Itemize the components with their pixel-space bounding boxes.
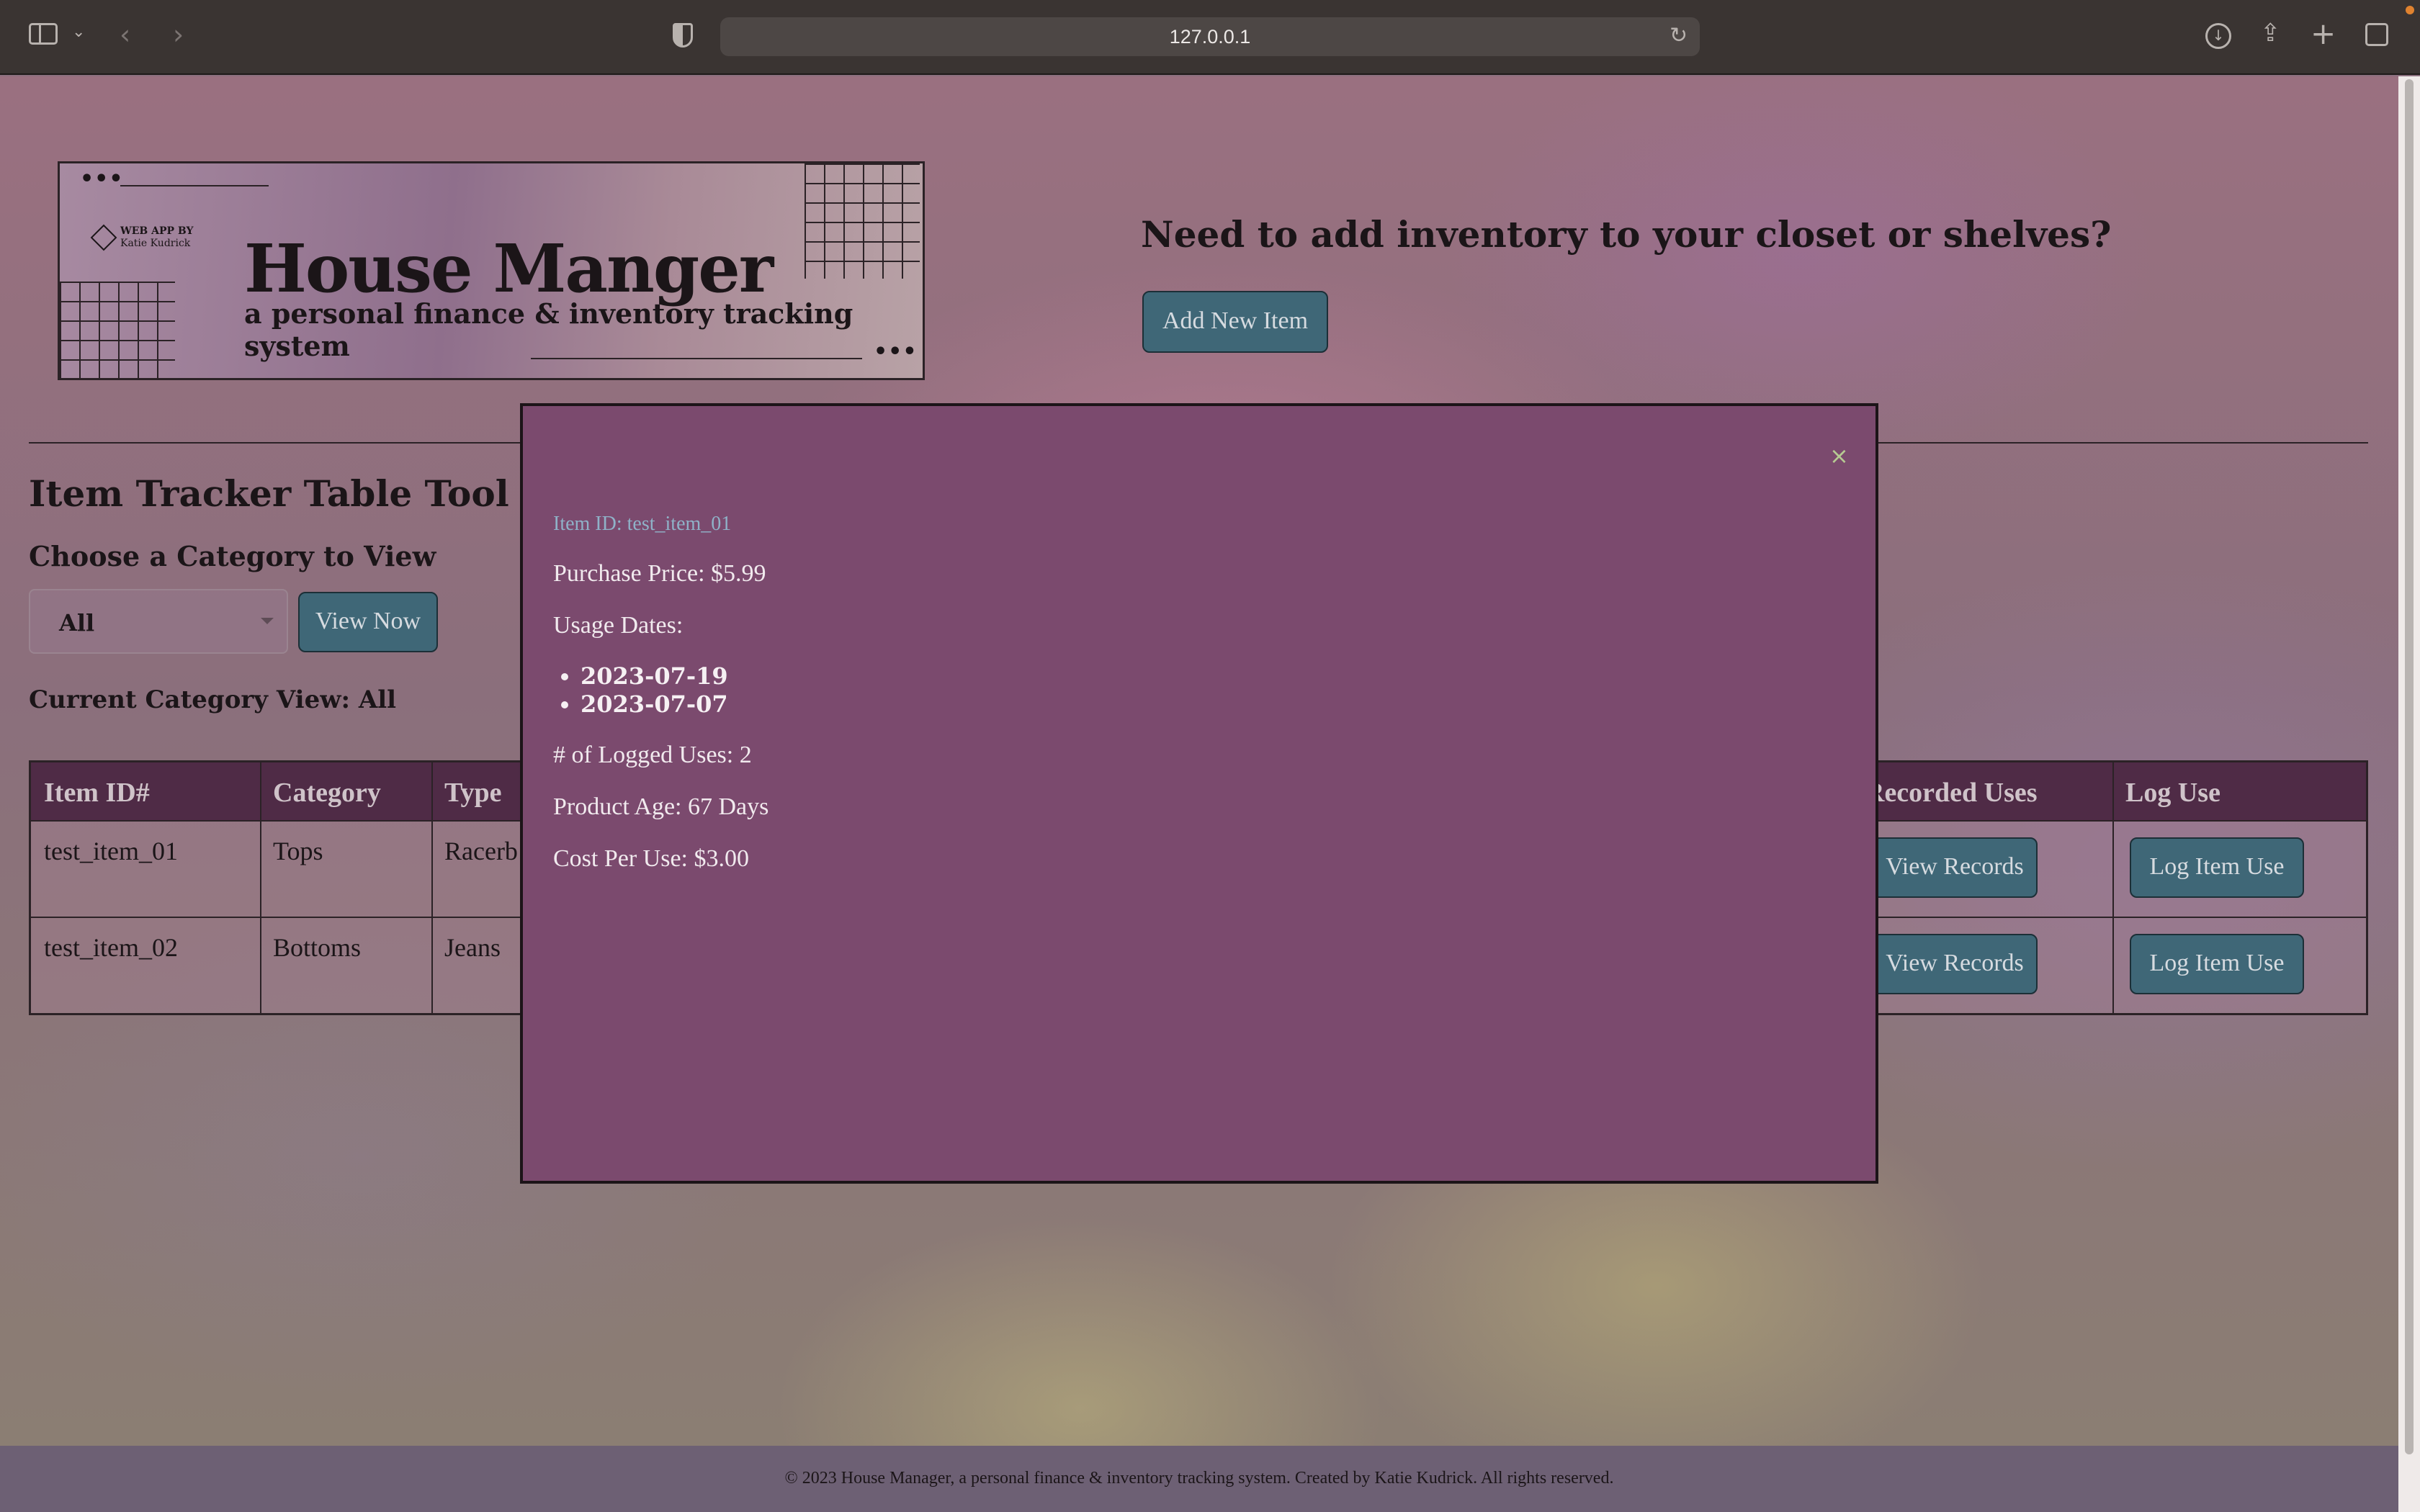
download-icon[interactable]: ↓: [2205, 23, 2231, 49]
back-arrow-icon[interactable]: ‹: [120, 19, 130, 50]
banner-dots-top: •••: [80, 166, 124, 192]
cell-category: Bottoms: [273, 933, 362, 962]
header-log-use: Log Use: [2125, 778, 2220, 808]
banner-title: House Manger: [244, 230, 774, 307]
view-records-button[interactable]: View Records: [1872, 934, 2038, 994]
page-title: Item Tracker Table Tool: [29, 472, 509, 515]
add-new-item-label: Add New Item: [1162, 307, 1309, 334]
cost-per-use: Cost Per Use: $3.00: [553, 845, 749, 872]
credit-line-2: Katie Kudrick: [120, 238, 191, 249]
cell-type: Jeans: [444, 933, 501, 962]
view-records-button[interactable]: View Records: [1872, 837, 2038, 898]
banner-grid-top-right: [805, 163, 920, 279]
cell-category: Tops: [273, 837, 323, 865]
usage-dates-list: 2023-07-19 2023-07-07: [553, 662, 728, 719]
add-new-item-button[interactable]: Add New Item: [1142, 291, 1328, 353]
footer-copyright: © 2023 House Manager, a personal finance…: [784, 1469, 1614, 1488]
view-now-label: View Now: [315, 608, 421, 634]
view-records-label: View Records: [1886, 950, 2024, 976]
header-category: Category: [273, 778, 381, 808]
modal-item-id: Item ID: test_item_01: [553, 513, 732, 535]
column-divider: [2112, 762, 2114, 1013]
log-item-use-button[interactable]: Log Item Use: [2130, 934, 2304, 994]
usage-date-item: 2023-07-07: [581, 690, 728, 719]
dropdown-caret-icon: [261, 618, 274, 624]
scrollbar-thumb[interactable]: [2405, 79, 2414, 1454]
browser-toolbar: ⌄ ‹ › 127.0.0.1 ↻ ↓ ⇪ +: [0, 0, 2420, 75]
add-inventory-heading: Need to add inventory to your closet or …: [1141, 213, 2112, 256]
tab-overview-icon[interactable]: [2365, 23, 2388, 46]
view-now-button[interactable]: View Now: [298, 592, 438, 652]
diamond-logo-icon: [90, 224, 117, 251]
share-icon[interactable]: ⇪: [2260, 19, 2281, 48]
log-item-use-label: Log Item Use: [2149, 853, 2285, 880]
header-item-id: Item ID#: [44, 778, 150, 808]
choose-category-label: Choose a Category to View: [29, 540, 436, 572]
page-scrollbar[interactable]: [2398, 76, 2420, 1512]
view-records-label: View Records: [1886, 853, 2024, 880]
close-icon[interactable]: ×: [1829, 442, 1849, 469]
column-divider: [260, 762, 261, 1013]
usage-date-item: 2023-07-19: [581, 662, 728, 690]
log-item-use-button[interactable]: Log Item Use: [2130, 837, 2304, 898]
credit-line-1: WEB APP BY: [120, 225, 194, 237]
address-bar[interactable]: 127.0.0.1 ↻: [720, 17, 1700, 56]
column-divider: [431, 762, 433, 1013]
cell-item-id: test_item_02: [44, 933, 178, 962]
product-age: Product Age: 67 Days: [553, 793, 769, 820]
url-text: 127.0.0.1: [1169, 26, 1251, 48]
purchase-price: Purchase Price: $5.99: [553, 560, 766, 587]
log-item-use-label: Log Item Use: [2149, 950, 2285, 976]
item-records-modal: × Item ID: test_item_01 Purchase Price: …: [520, 403, 1878, 1184]
current-category-view: Current Category View: All: [29, 685, 397, 714]
cell-type: Racerb: [444, 837, 518, 865]
category-select[interactable]: All: [29, 589, 288, 654]
chevron-down-icon[interactable]: ⌄: [72, 23, 85, 41]
category-select-value: All: [59, 609, 95, 636]
banner-grid-bottom-left: [60, 282, 175, 378]
new-tab-icon[interactable]: +: [2311, 16, 2336, 51]
page-footer: © 2023 House Manager, a personal finance…: [0, 1446, 2398, 1512]
banner-line-top: [120, 185, 269, 186]
usage-dates-label: Usage Dates:: [553, 612, 684, 639]
banner-subtitle: a personal finance & inventory tracking …: [244, 297, 853, 362]
shield-icon[interactable]: [673, 23, 693, 48]
banner-credit: WEB APP BY Katie Kudrick: [90, 224, 194, 251]
header-recorded-uses: Recorded Uses: [1865, 778, 2038, 808]
cell-item-id: test_item_01: [44, 837, 178, 865]
sidebar-toggle-icon[interactable]: [29, 23, 58, 45]
house-manager-banner: ••• ••• WEB APP BY Katie Kudrick House M…: [58, 161, 925, 380]
notification-dot: [2406, 6, 2414, 14]
forward-arrow-icon[interactable]: ›: [173, 19, 184, 50]
logged-uses: # of Logged Uses: 2: [553, 742, 752, 768]
reload-icon[interactable]: ↻: [1670, 23, 1688, 48]
header-type: Type: [444, 778, 502, 808]
